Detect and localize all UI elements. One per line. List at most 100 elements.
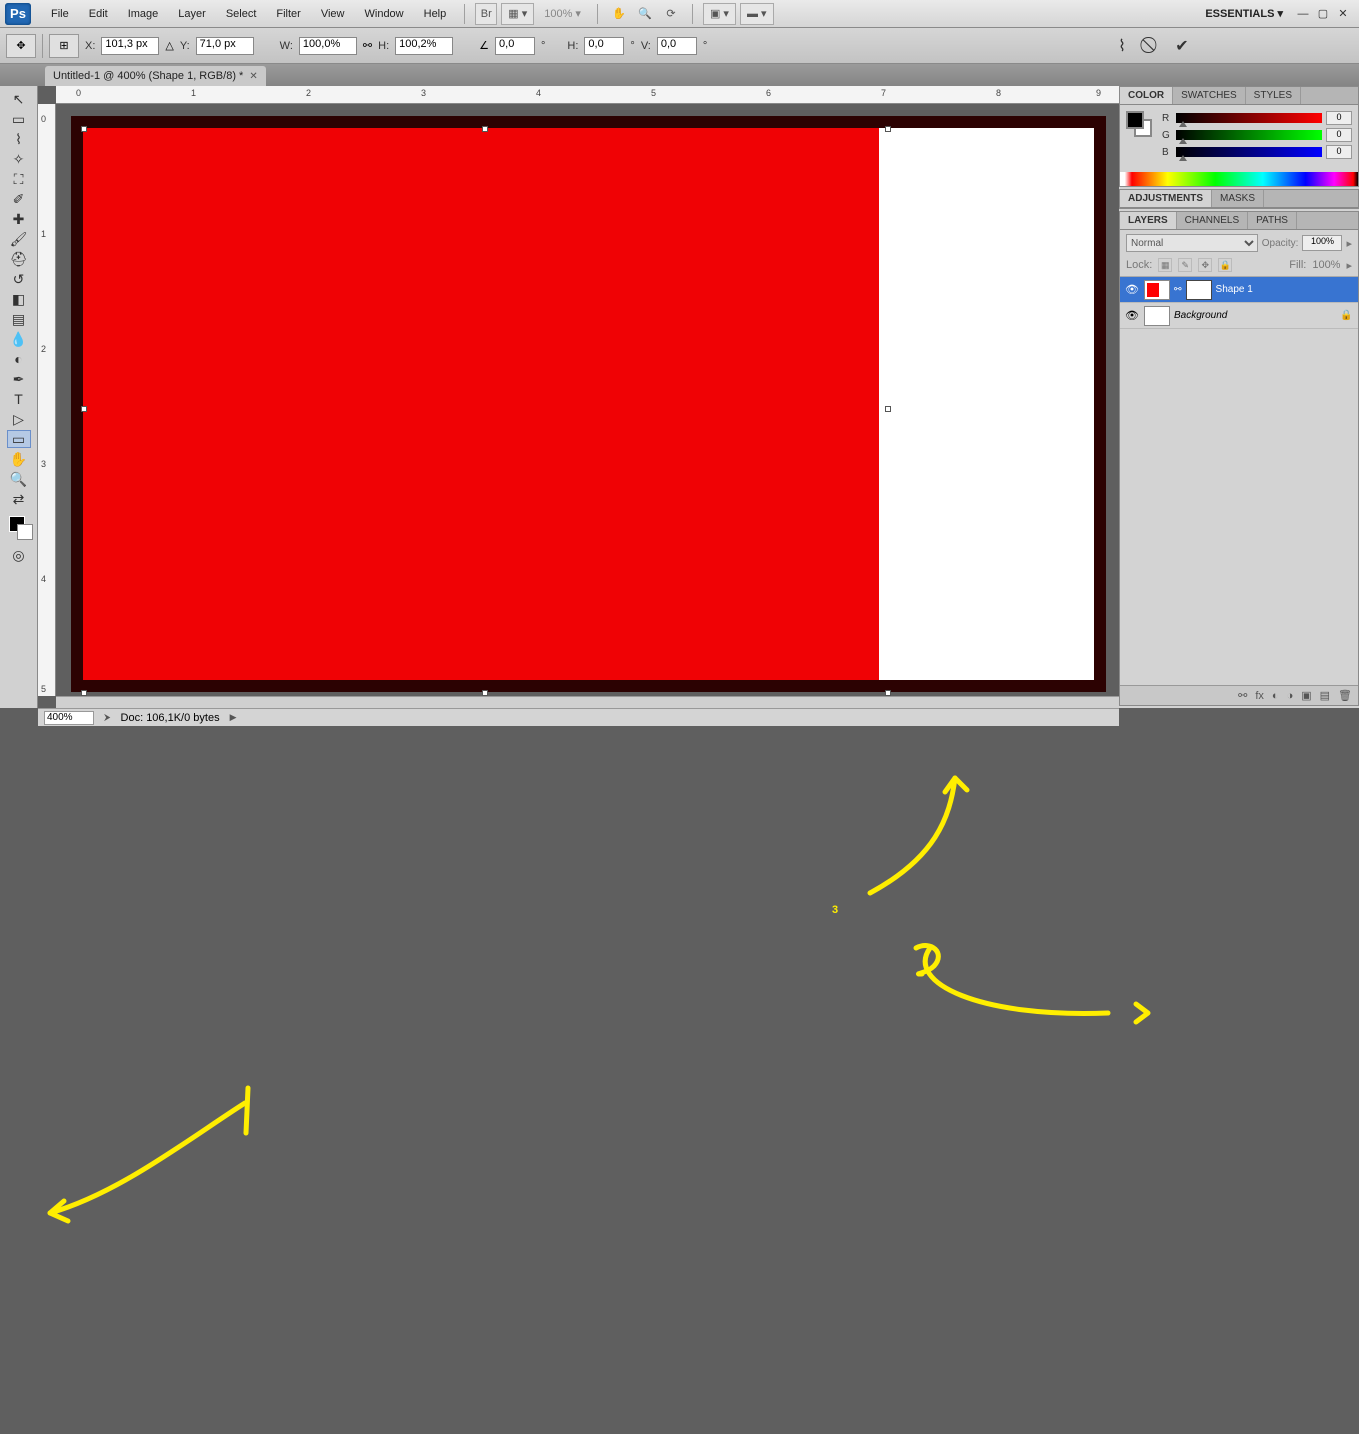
blend-mode-dropdown[interactable]: Normal	[1126, 234, 1258, 252]
vertical-ruler[interactable]: 0 1 2 3 4 5	[38, 104, 56, 696]
tab-color[interactable]: COLOR	[1120, 87, 1173, 104]
layer-thumbnail[interactable]	[1144, 306, 1170, 326]
layer-name[interactable]: Shape 1	[1216, 284, 1354, 295]
fx-icon[interactable]: fx	[1255, 690, 1264, 702]
lock-all-icon[interactable]: 🔒	[1218, 258, 1232, 272]
gradient-tool[interactable]: ▤	[7, 310, 31, 328]
angle-field[interactable]: 0,0	[495, 37, 535, 55]
tab-paths[interactable]: PATHS	[1248, 212, 1297, 229]
quickmask-icon[interactable]: ◎	[7, 546, 31, 564]
menu-file[interactable]: File	[41, 4, 79, 24]
tab-swatches[interactable]: SWATCHES	[1173, 87, 1246, 104]
workspace-switcher[interactable]: ESSENTIALS ▾	[1197, 3, 1291, 24]
commit-transform-icon[interactable]: ✔	[1171, 35, 1193, 57]
vector-mask-thumbnail[interactable]	[1186, 280, 1212, 300]
zoom-tool[interactable]: 🔍	[7, 470, 31, 488]
eyedropper-tool[interactable]: ✐	[7, 190, 31, 208]
bridge-icon[interactable]: Br	[475, 3, 497, 25]
move-tool[interactable]: ↖	[7, 90, 31, 108]
hand-tool[interactable]: ✋	[7, 450, 31, 468]
transform-tool-icon[interactable]: ✥	[6, 34, 36, 58]
lock-trans-icon[interactable]: ▦	[1158, 258, 1172, 272]
tab-masks[interactable]: MASKS	[1212, 190, 1264, 207]
dodge-tool[interactable]: ◐	[7, 350, 31, 368]
menu-edit[interactable]: Edit	[79, 4, 118, 24]
reference-point-icon[interactable]: ⊞	[49, 34, 79, 58]
menu-image[interactable]: Image	[118, 4, 169, 24]
color-fg-bg[interactable]	[1126, 111, 1154, 139]
arrange-docs-dropdown[interactable]: ▣ ▾	[703, 3, 736, 25]
w-field[interactable]: 100,0%	[299, 37, 357, 55]
path-select-tool[interactable]: ▷	[7, 410, 31, 428]
close-icon[interactable]: ✕	[1335, 7, 1351, 21]
transform-handle-mr[interactable]	[885, 406, 891, 412]
zoom-dropdown[interactable]: 100% ▾	[538, 3, 587, 25]
shape-layer[interactable]	[83, 128, 879, 680]
pen-tool[interactable]: ✒	[7, 370, 31, 388]
marquee-tool[interactable]: ▭	[7, 110, 31, 128]
transform-handle-ml[interactable]	[81, 406, 87, 412]
rotate-view-icon[interactable]: ⟳	[660, 3, 682, 25]
layer-row[interactable]: 👁 ⚯ Shape 1	[1120, 277, 1358, 303]
menu-window[interactable]: Window	[355, 4, 414, 24]
r-slider[interactable]	[1176, 113, 1322, 123]
mask-icon[interactable]: ◐	[1272, 690, 1279, 702]
skew-v-field[interactable]: 0,0	[657, 37, 697, 55]
adjustment-layer-icon[interactable]: ◑	[1287, 690, 1294, 702]
stamp-tool[interactable]: ⛑	[7, 250, 31, 268]
color-spectrum[interactable]	[1120, 172, 1358, 186]
x-field[interactable]: 101,3 px	[101, 37, 159, 55]
layer-thumbnail[interactable]	[1144, 280, 1170, 300]
menu-layer[interactable]: Layer	[168, 4, 216, 24]
transform-handle-tc[interactable]	[482, 126, 488, 132]
heal-tool[interactable]: ✚	[7, 210, 31, 228]
screen-dropdown[interactable]: ▬ ▾	[740, 3, 774, 25]
screen-mode-dropdown[interactable]: ▦ ▾	[501, 3, 534, 25]
lasso-tool[interactable]: ⌇	[7, 130, 31, 148]
g-value[interactable]: 0	[1326, 128, 1352, 142]
crop-tool[interactable]: ⛶	[7, 170, 31, 188]
b-slider[interactable]	[1176, 147, 1322, 157]
brush-tool[interactable]: 🖌	[7, 230, 31, 248]
vector-mask-link-icon[interactable]: ⚯	[1174, 284, 1182, 295]
b-value[interactable]: 0	[1326, 145, 1352, 159]
color-swatches[interactable]	[7, 516, 31, 544]
menu-select[interactable]: Select	[216, 4, 267, 24]
tab-layers[interactable]: LAYERS	[1120, 212, 1177, 229]
skew-h-field[interactable]: 0,0	[584, 37, 624, 55]
y-field[interactable]: 71,0 px	[196, 37, 254, 55]
document-tab[interactable]: Untitled-1 @ 400% (Shape 1, RGB/8) * ✕	[45, 66, 266, 86]
status-arrow-icon[interactable]: ⮞	[104, 712, 111, 723]
zoom-field[interactable]: 400%	[44, 711, 94, 725]
menu-help[interactable]: Help	[414, 4, 457, 24]
tab-adjustments[interactable]: ADJUSTMENTS	[1120, 190, 1212, 207]
menu-filter[interactable]: Filter	[266, 4, 310, 24]
restore-icon[interactable]: ▢	[1315, 7, 1331, 21]
hand-icon[interactable]: ✋	[608, 3, 630, 25]
blur-tool[interactable]: 💧	[7, 330, 31, 348]
cancel-transform-icon[interactable]: ⃠	[1141, 35, 1163, 57]
menu-view[interactable]: View	[311, 4, 355, 24]
transform-handle-tl[interactable]	[81, 126, 87, 132]
visibility-icon[interactable]: 👁	[1124, 283, 1140, 296]
tab-channels[interactable]: CHANNELS	[1177, 212, 1248, 229]
lock-paint-icon[interactable]: ✎	[1178, 258, 1192, 272]
transform-handle-tr[interactable]	[885, 126, 891, 132]
lock-move-icon[interactable]: ✥	[1198, 258, 1212, 272]
wand-tool[interactable]: ✧	[7, 150, 31, 168]
minimize-icon[interactable]: —	[1295, 7, 1311, 21]
link-icon[interactable]: ⚯	[363, 39, 372, 52]
h-field[interactable]: 100,2%	[395, 37, 453, 55]
opacity-field[interactable]: 100%	[1302, 235, 1342, 251]
zoom-icon[interactable]: 🔍	[634, 3, 656, 25]
layer-name[interactable]: Background	[1174, 310, 1336, 321]
group-icon[interactable]: ▣	[1301, 689, 1311, 702]
status-menu-icon[interactable]: ▶	[230, 712, 237, 723]
artboard[interactable]	[71, 116, 1106, 692]
close-tab-icon[interactable]: ✕	[249, 71, 257, 82]
rectangle-tool[interactable]: ▭	[7, 430, 31, 448]
g-slider[interactable]	[1176, 130, 1322, 140]
eraser-tool[interactable]: ◧	[7, 290, 31, 308]
tab-styles[interactable]: STYLES	[1246, 87, 1301, 104]
layer-row[interactable]: 👁 Background 🔒	[1120, 303, 1358, 329]
